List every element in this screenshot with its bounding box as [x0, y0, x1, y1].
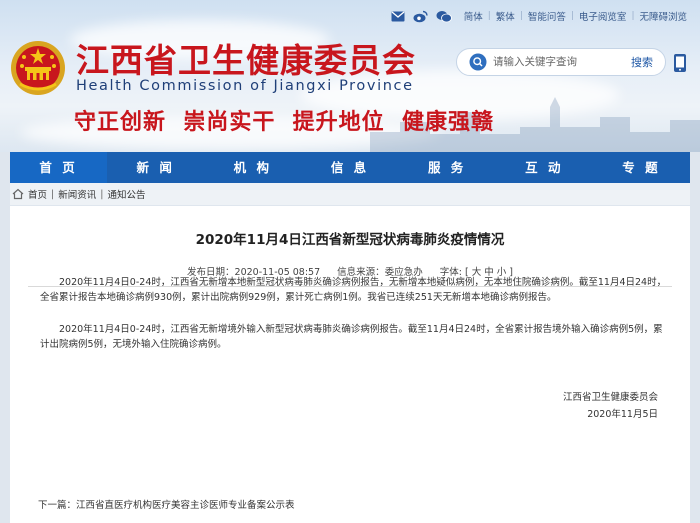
article-paragraph-2: 2020年11月4日0-24时，江西省无新增境外输入新型冠状病毒肺炎确诊病例报告…	[40, 324, 663, 351]
top-links-bar: 简体 | 繁体 | 智能问答 | 电子阅览室 | 无障碍浏览	[390, 8, 692, 24]
header-banner: 简体 | 繁体 | 智能问答 | 电子阅览室 | 无障碍浏览 江西省卫生健康委员…	[0, 0, 700, 152]
search-box: 搜索	[456, 48, 666, 76]
breadcrumb: 首页 | 新闻资讯 | 通知公告	[10, 183, 690, 205]
site-title[interactable]: 江西省卫生健康委员会	[76, 34, 416, 82]
breadcrumb-notices[interactable]: 通知公告	[107, 187, 145, 201]
home-icon	[12, 188, 24, 200]
article-paragraph-1: 2020年11月4日0-24时，江西省无新增本地新型冠状病毒肺炎确诊病例报告，无…	[40, 277, 667, 304]
search-input[interactable]	[493, 56, 618, 68]
top-link-traditional[interactable]: 繁体	[491, 9, 520, 23]
nav-item-services[interactable]: 服 务	[399, 152, 496, 183]
site-title-english: Health Commission of Jiangxi Province	[76, 78, 414, 94]
mobile-phone-icon[interactable]	[672, 53, 688, 73]
nav-item-topics[interactable]: 专 题	[593, 152, 690, 183]
next-article: 下一篇：江西省直医疗机构医疗美容主诊医师专业备案公示表	[38, 497, 295, 511]
next-article-link[interactable]: 江西省直医疗机构医疗美容主诊医师专业备案公示表	[76, 500, 295, 511]
top-link-simplified[interactable]: 简体	[459, 9, 488, 23]
article-sign-date: 2020年11月5日	[587, 409, 658, 420]
nav-item-home[interactable]: 首 页	[10, 152, 108, 183]
nav-item-interaction[interactable]: 互 动	[496, 152, 593, 183]
top-link-smart-qa[interactable]: 智能问答	[523, 9, 571, 23]
article-signature: 江西省卫生健康委员会	[562, 392, 658, 403]
weibo-icon[interactable]	[413, 8, 429, 24]
next-article-label: 下一篇：	[38, 500, 77, 511]
nav-item-news[interactable]: 新 闻	[107, 152, 204, 183]
main-nav: 首 页 新 闻 机 构 信 息 服 务 互 动 专 题	[10, 152, 690, 183]
national-emblem-icon	[11, 41, 65, 95]
nav-item-information[interactable]: 信 息	[301, 152, 398, 183]
wechat-icon[interactable]	[436, 8, 452, 24]
breadcrumb-home[interactable]: 首页	[28, 187, 47, 201]
top-link-e-reading-room[interactable]: 电子阅览室	[574, 9, 632, 23]
breadcrumb-news[interactable]: 新闻资讯	[58, 187, 96, 201]
search-button[interactable]: 搜索	[631, 54, 653, 70]
search-icon	[469, 53, 487, 71]
article-title: 2020年11月4日江西省新型冠状病毒肺炎疫情情况	[195, 232, 505, 248]
article-card: 2020年11月4日江西省新型冠状病毒肺炎疫情情况 发布日期：2020-11-0…	[10, 206, 690, 523]
slogan: 守正创新 崇尚实干 提升地位 健康强赣	[74, 109, 494, 135]
mail-icon[interactable]	[390, 8, 406, 24]
nav-item-organization[interactable]: 机 构	[204, 152, 301, 183]
top-link-accessibility[interactable]: 无障碍浏览	[634, 9, 692, 23]
